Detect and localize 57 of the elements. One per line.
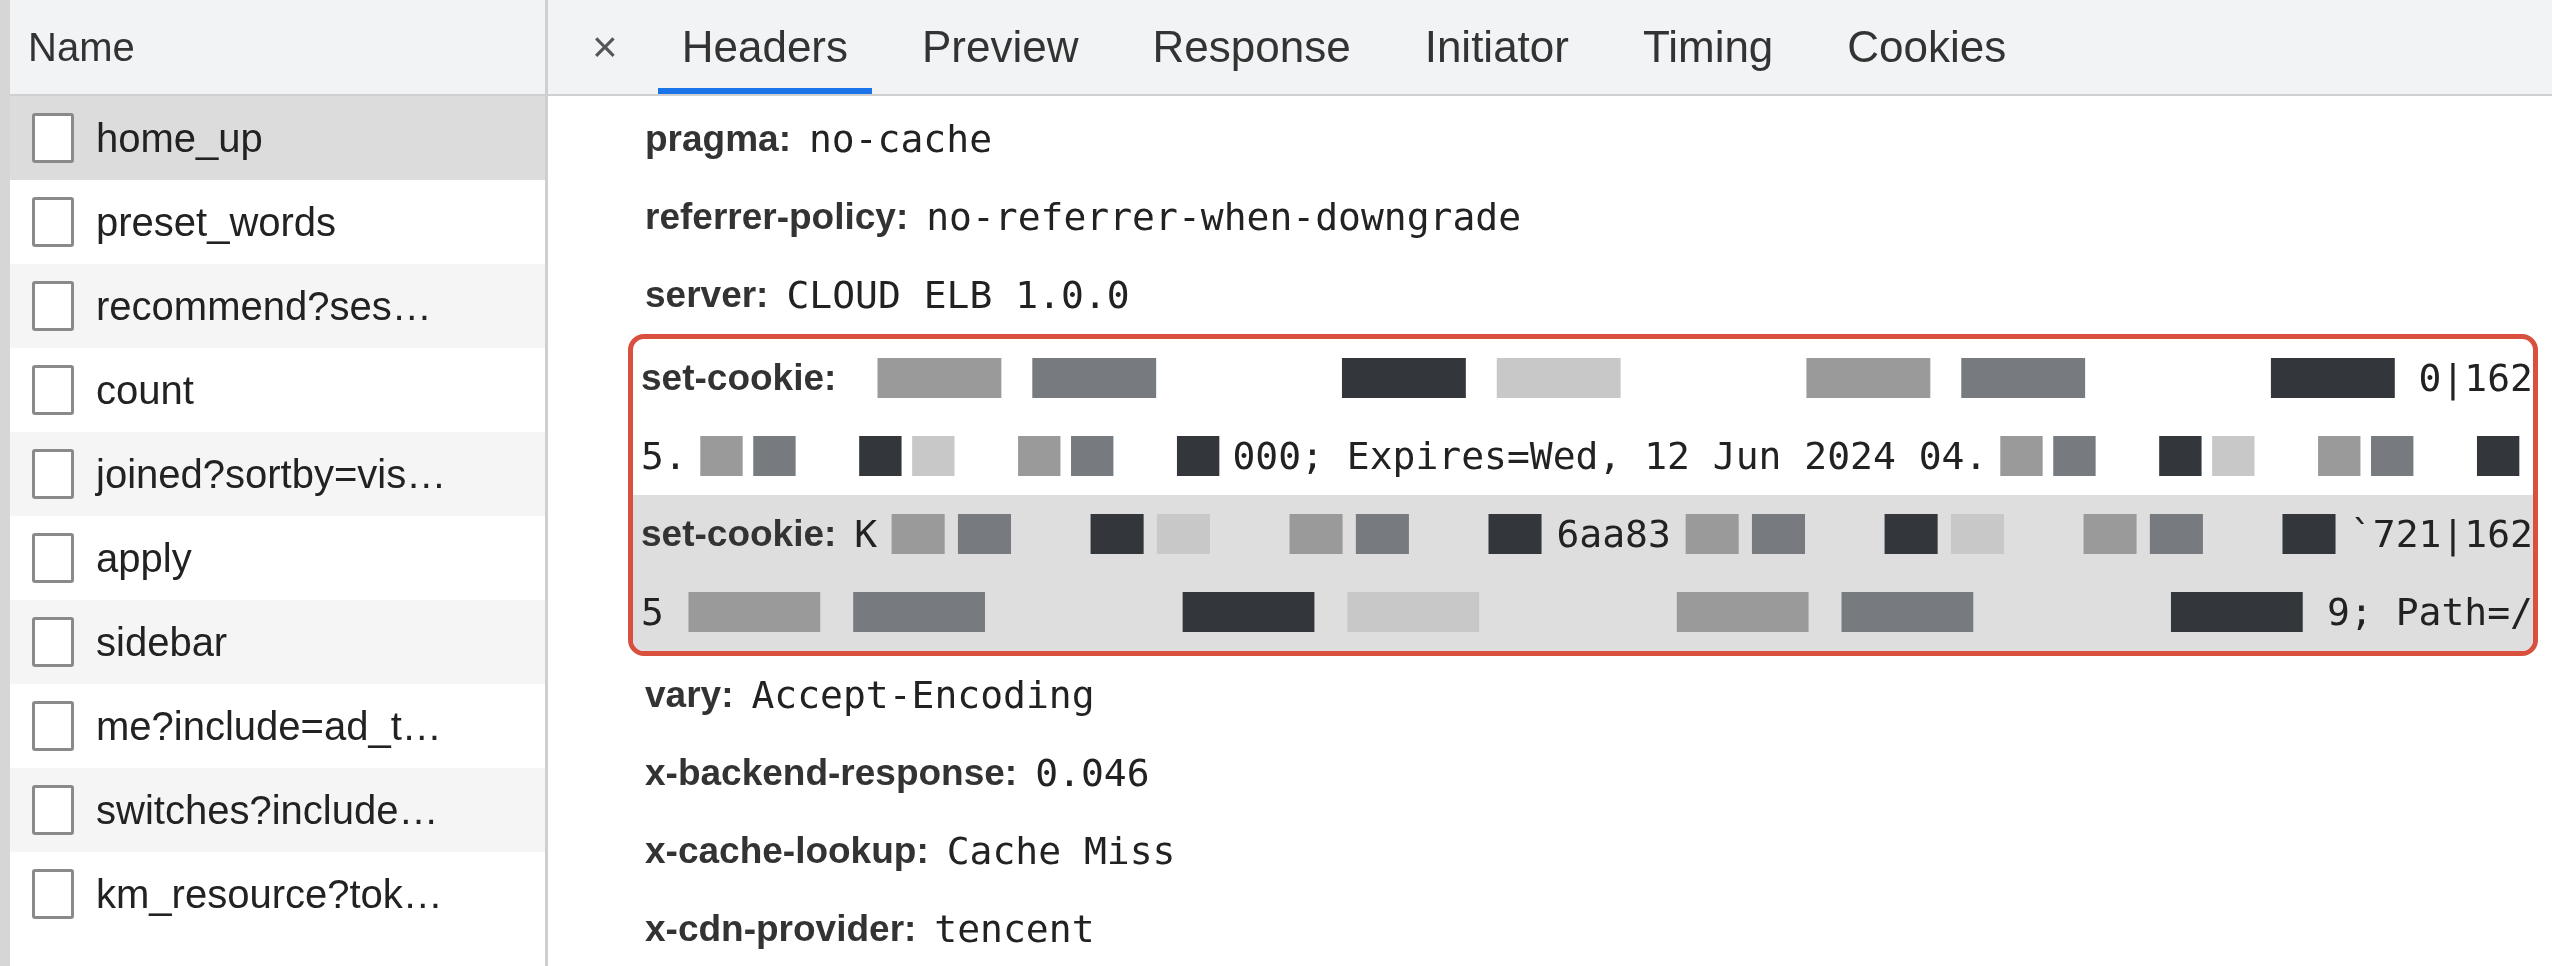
header-value: CLOUD ELB 1.0.0 — [786, 273, 1130, 317]
header-value: K — [854, 512, 878, 556]
tab[interactable]: Timing — [1618, 0, 1798, 94]
header-name: x-cache-lookup: — [645, 830, 929, 872]
header-value: 000; Expires=Wed, 12 Jun 2024 04. — [1232, 434, 1988, 478]
header-value: Accept-Encoding — [751, 673, 1095, 717]
tab[interactable]: Headers — [657, 0, 872, 94]
file-icon — [32, 785, 74, 835]
header-value: no-cache — [809, 117, 992, 161]
file-icon — [32, 365, 74, 415]
request-row[interactable]: home_up — [10, 96, 545, 180]
header-value: no-referrer-when-downgrade — [926, 195, 1522, 239]
request-name: switches?include… — [96, 787, 439, 833]
request-name: me?include=ad_t… — [96, 703, 442, 749]
header-value: 5 — [641, 590, 664, 634]
header-value: 0|162 — [2418, 356, 2533, 400]
file-icon — [32, 869, 74, 919]
header-value: 5. — [641, 434, 687, 478]
header-value: 9; Path=/ — [2327, 590, 2533, 634]
close-button[interactable]: × — [570, 0, 640, 94]
header-name: pragma: — [645, 118, 791, 160]
header-name: vary: — [645, 674, 734, 716]
tab[interactable]: Cookies — [1823, 0, 2031, 94]
request-row[interactable]: sidebar — [10, 600, 545, 684]
file-icon — [32, 113, 74, 163]
file-icon — [32, 281, 74, 331]
header-value: tencent — [934, 907, 1095, 951]
file-icon — [32, 701, 74, 751]
request-row[interactable]: switches?include… — [10, 768, 545, 852]
header-value: 0.046 — [1035, 751, 1150, 795]
request-name: sidebar — [96, 619, 228, 665]
file-icon — [32, 533, 74, 583]
header-name: x-backend-response: — [645, 752, 1018, 794]
header-value: 6aa83 — [1556, 512, 1671, 556]
request-name: recommend?ses… — [96, 283, 432, 329]
request-name: home_up — [96, 115, 263, 161]
header-name: referrer-policy: — [645, 196, 909, 238]
file-icon — [32, 449, 74, 499]
header-name: server: — [645, 274, 769, 316]
header-value: Cache Miss — [946, 829, 1176, 873]
request-row[interactable]: recommend?ses… — [10, 264, 545, 348]
request-name: preset_words — [96, 199, 337, 245]
file-icon — [32, 197, 74, 247]
tab[interactable]: Preview — [898, 0, 1103, 94]
request-name: count — [96, 367, 194, 413]
column-header: Name — [10, 0, 545, 96]
header-name: x-cdn-provider: — [645, 908, 917, 950]
tab[interactable]: Response — [1128, 0, 1375, 94]
request-row[interactable]: joined?sortby=vis… — [10, 432, 545, 516]
tab[interactable]: Initiator — [1400, 0, 1593, 94]
request-name: km_resource?tok… — [96, 871, 443, 917]
header-name: set-cookie: — [641, 513, 837, 555]
header-value: `721|162 — [2349, 512, 2533, 556]
request-name: apply — [96, 535, 192, 581]
file-icon — [32, 617, 74, 667]
request-name: joined?sortby=vis… — [96, 451, 447, 497]
header-name: set-cookie: — [641, 357, 837, 399]
